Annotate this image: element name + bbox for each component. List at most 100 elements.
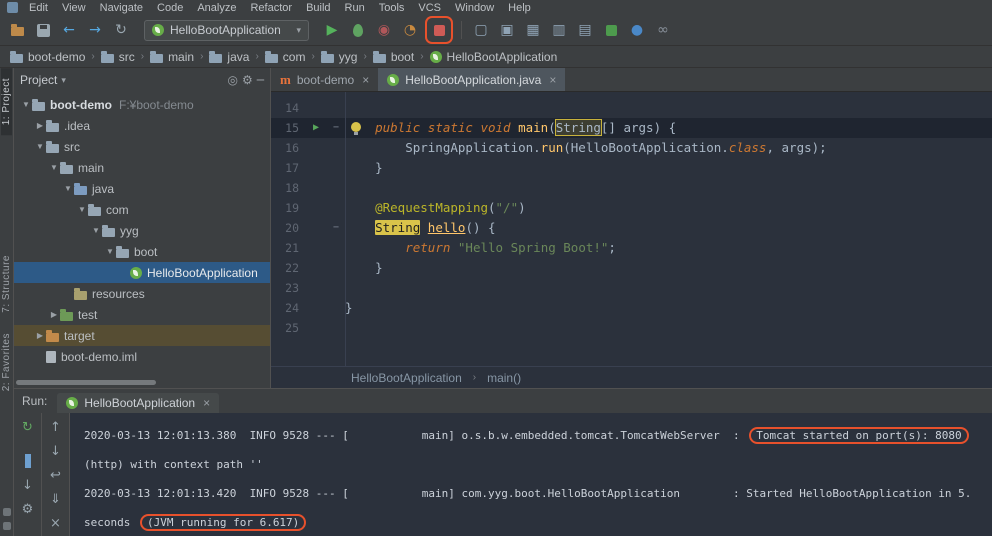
menu-refactor[interactable]: Refactor — [243, 2, 299, 14]
code-line-15[interactable]: 15 ▶ − public static void main(String[] ar… — [271, 118, 992, 138]
save-icon[interactable] — [31, 18, 55, 42]
menu-build[interactable]: Build — [299, 2, 337, 14]
menu-analyze[interactable]: Analyze — [190, 2, 243, 14]
open-icon[interactable] — [5, 18, 29, 42]
toolwindow-button-2-favorites[interactable]: 2: Favorites — [1, 323, 12, 401]
menu-run[interactable]: Run — [338, 2, 372, 14]
chevron-collapsed-icon[interactable]: ▶ — [48, 310, 60, 319]
intention-bulb-icon[interactable] — [351, 122, 361, 135]
down-stack-icon[interactable]: ↓ — [50, 444, 61, 458]
tree-item-hellobootapplication[interactable]: HelloBootApplication — [14, 262, 270, 283]
close-icon[interactable]: × — [549, 73, 556, 87]
gear-icon[interactable]: ⚙ — [242, 74, 253, 86]
window-icon[interactable]: ▢ — [469, 18, 493, 42]
chevron-collapsed-icon[interactable]: ▶ — [34, 331, 46, 340]
hide-panel-icon[interactable]: ─ — [257, 74, 264, 86]
tree-item-target[interactable]: ▶ target — [14, 325, 270, 346]
code-line-25[interactable]: 25 — [271, 318, 992, 338]
toolwindow-icon[interactable] — [2, 508, 11, 516]
chevron-expanded-icon[interactable]: ▼ — [90, 226, 102, 235]
close-icon[interactable]: × — [362, 73, 369, 87]
link-icon[interactable]: ∞ — [651, 18, 675, 42]
code-line-16[interactable]: 16 SpringApplication.run(HelloBootApplic… — [271, 138, 992, 158]
menu-navigate[interactable]: Navigate — [93, 2, 150, 14]
green-badge-icon[interactable] — [599, 18, 623, 42]
chevron-expanded-icon[interactable]: ▼ — [104, 247, 116, 256]
run-config-combo[interactable]: HelloBootApplication ▾ — [144, 19, 309, 41]
project-panel-title[interactable]: Project — [20, 73, 57, 87]
code-line-22[interactable]: 22 } — [271, 258, 992, 278]
breadcrumb-item-boot[interactable]: boot — [371, 50, 416, 64]
stop-icon[interactable] — [427, 18, 451, 42]
menu-edit[interactable]: Edit — [22, 2, 55, 14]
dock-icon[interactable]: ▣ — [495, 18, 519, 42]
refresh-icon[interactable]: ↻ — [109, 18, 133, 42]
toolwindow-button-7-structure[interactable]: 7: Structure — [1, 245, 12, 323]
code-line-23[interactable]: 23 — [271, 278, 992, 298]
clear-icon[interactable]: × — [50, 516, 61, 530]
editor-tab-hellobootapplication-java[interactable]: HelloBootApplication.java × — [378, 68, 566, 91]
forward-icon[interactable]: → — [83, 18, 107, 42]
menu-window[interactable]: Window — [448, 2, 501, 14]
settings-icon[interactable]: ⚙ — [22, 502, 34, 516]
tree-item-boot[interactable]: ▼ boot — [14, 241, 270, 262]
close-icon[interactable]: × — [203, 396, 210, 410]
tree-item-src[interactable]: ▼ src — [14, 136, 270, 157]
chevron-expanded-icon[interactable]: ▼ — [48, 163, 60, 172]
menu-tools[interactable]: Tools — [372, 2, 412, 14]
blue-circle-icon[interactable]: ● — [625, 18, 649, 42]
debug-icon[interactable] — [346, 18, 370, 42]
project-hscrollbar[interactable] — [16, 380, 156, 385]
tree-item-yyg[interactable]: ▼ yyg — [14, 220, 270, 241]
breadcrumb-item-java[interactable]: java — [207, 50, 251, 64]
code-line-24[interactable]: 24} — [271, 298, 992, 318]
breadcrumb-item-yyg[interactable]: yyg — [319, 50, 360, 64]
tree-item-java[interactable]: ▼ java — [14, 178, 270, 199]
run-gutter-icon[interactable]: ▶ — [305, 118, 327, 138]
breadcrumb-item-boot-demo[interactable]: boot-demo — [8, 50, 87, 64]
run-icon[interactable]: ▶ — [320, 18, 344, 42]
code-editor[interactable]: 14 15 ▶ − public static void main(String[] … — [271, 92, 992, 366]
chevron-expanded-icon[interactable]: ▼ — [62, 184, 74, 193]
columns-icon[interactable]: ▥ — [547, 18, 571, 42]
fold-icon[interactable]: − — [327, 218, 345, 238]
run-tab[interactable]: HelloBootApplication × — [57, 393, 220, 413]
code-line-21[interactable]: 21 return "Hello Spring Boot!"; — [271, 238, 992, 258]
chevron-collapsed-icon[interactable]: ▶ — [34, 121, 46, 130]
chevron-expanded-icon[interactable]: ▼ — [20, 100, 32, 109]
locate-file-icon[interactable]: ◎ — [228, 74, 238, 86]
menu-help[interactable]: Help — [501, 2, 538, 14]
breadcrumb-item-hellobootapplication[interactable]: HelloBootApplication — [428, 50, 560, 64]
toolwindow-button-1-project[interactable]: 1: Project — [1, 68, 12, 136]
tree-item-boot-demo[interactable]: ▼ boot-demo F:¥boot-demo — [14, 94, 270, 115]
coverage-icon[interactable]: ◉ — [372, 18, 396, 42]
breadcrumb-item-src[interactable]: src — [99, 50, 137, 64]
menu-view[interactable]: View — [55, 2, 93, 14]
breadcrumb-item-main[interactable]: main — [148, 50, 196, 64]
menu-vcs[interactable]: VCS — [411, 2, 448, 14]
dump-threads-icon[interactable]: ↓ — [22, 478, 33, 492]
tree-item-main[interactable]: ▼ main — [14, 157, 270, 178]
tree-item-test[interactable]: ▶ test — [14, 304, 270, 325]
toolwindow-icon[interactable] — [2, 522, 11, 530]
tree-item-resources[interactable]: resources — [14, 283, 270, 304]
fold-icon[interactable]: − — [327, 118, 345, 138]
screens-icon[interactable]: ▤ — [573, 18, 597, 42]
rerun-icon[interactable]: ↻ — [22, 420, 33, 434]
tree-item--idea[interactable]: ▶ .idea — [14, 115, 270, 136]
code-line-17[interactable]: 17 } — [271, 158, 992, 178]
pause-icon[interactable] — [24, 454, 31, 468]
menu-code[interactable]: Code — [150, 2, 190, 14]
grid-icon[interactable]: ▦ — [521, 18, 545, 42]
soft-wrap-icon[interactable]: ↩ — [50, 468, 61, 482]
run-console[interactable]: 2020-03-13 12:01:13.380 INFO 9528 --- [ … — [70, 413, 992, 536]
code-line-19[interactable]: 19 @RequestMapping("/") — [271, 198, 992, 218]
breadcrumb-item-com[interactable]: com — [263, 50, 308, 64]
editor-tab-boot-demo[interactable]: m boot-demo × — [271, 68, 378, 91]
back-icon[interactable]: ← — [57, 18, 81, 42]
tree-item-com[interactable]: ▼ com — [14, 199, 270, 220]
up-stack-icon[interactable]: ↑ — [50, 420, 61, 434]
profiler-icon[interactable]: ◔ — [398, 18, 422, 42]
chevron-expanded-icon[interactable]: ▼ — [76, 205, 88, 214]
chevron-expanded-icon[interactable]: ▼ — [34, 142, 46, 151]
